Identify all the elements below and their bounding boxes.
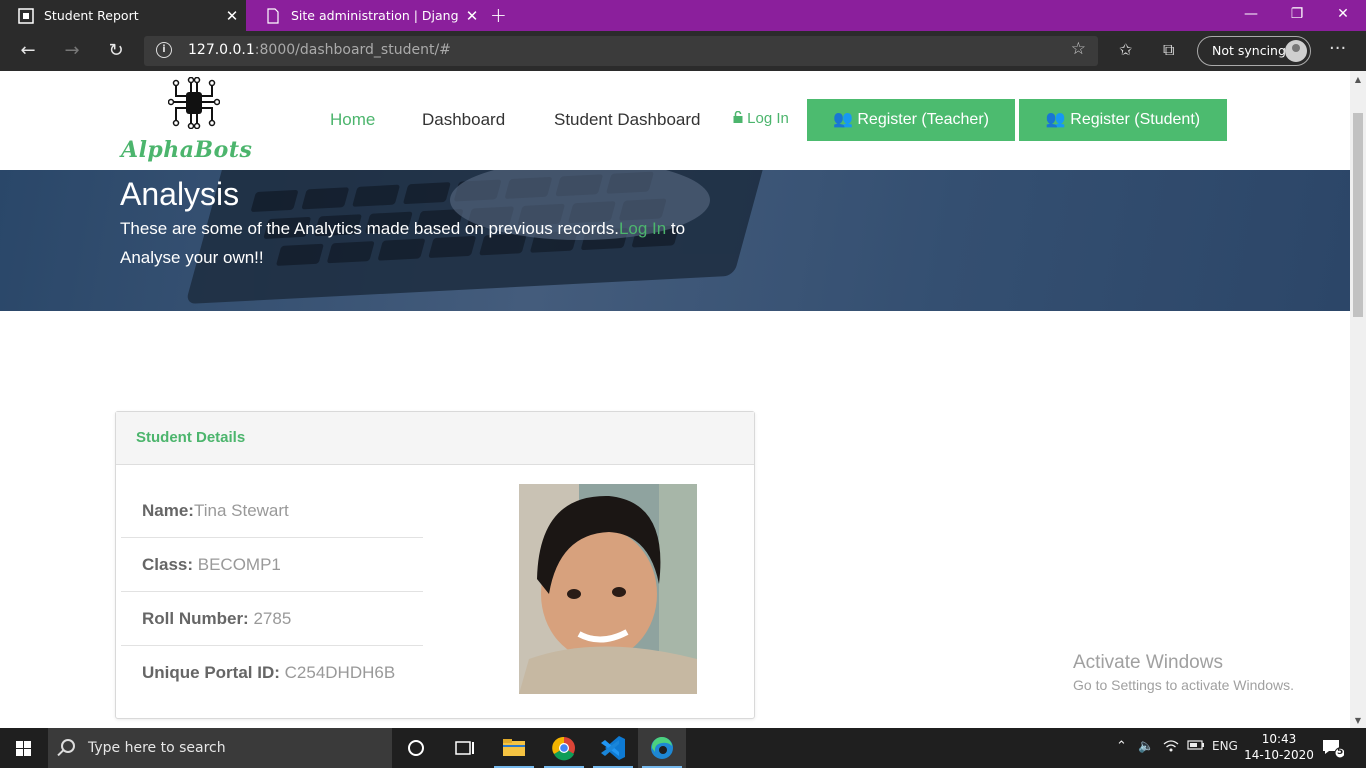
logo-text[interactable]: AlphaBots: [121, 137, 252, 163]
refresh-icon[interactable]: ↻: [104, 39, 128, 63]
chip-logo-icon[interactable]: [167, 76, 221, 130]
scroll-thumb[interactable]: [1353, 113, 1363, 317]
chrome-icon[interactable]: [540, 728, 588, 768]
nav-login[interactable]: Log In: [733, 110, 789, 127]
battery-icon[interactable]: [1187, 739, 1205, 755]
tab-django-admin[interactable]: Site administration | Django site ✕: [247, 0, 486, 31]
register-student-button[interactable]: 👥 Register (Student): [1019, 99, 1227, 141]
hero-login-link[interactable]: Log In: [619, 219, 666, 238]
close-tab-icon[interactable]: ✕: [218, 7, 246, 25]
hero-banner: Analysis These are some of the Analytics…: [0, 170, 1350, 311]
wifi-icon[interactable]: [1163, 739, 1179, 757]
page-content: AlphaBots Home Dashboard Student Dashboa…: [0, 71, 1350, 728]
detail-class: Class: BECOMP1: [121, 538, 423, 592]
page-favicon-icon: [18, 7, 34, 24]
nav-student-dashboard[interactable]: Student Dashboard: [554, 110, 701, 130]
more-menu-icon[interactable]: ···: [1329, 38, 1346, 59]
nav-home[interactable]: Home: [330, 110, 375, 130]
task-view-icon[interactable]: [440, 728, 488, 768]
vscode-icon[interactable]: [589, 728, 637, 768]
tab-title: Site administration | Django site: [291, 8, 458, 23]
detail-portal-id: Unique Portal ID: C254DHDH6B: [142, 663, 396, 682]
unlock-icon: [733, 110, 743, 123]
new-tab-button[interactable]: +: [490, 3, 507, 27]
favorite-star-icon[interactable]: ☆: [1071, 39, 1086, 59]
address-bar[interactable]: i 127.0.0.1:8000/dashboard_student/# ☆: [144, 36, 1098, 66]
site-info-icon[interactable]: i: [156, 42, 172, 58]
restore-button[interactable]: ❐: [1274, 0, 1320, 31]
browser-tab-bar: Student Report ✕ Site administration | D…: [0, 0, 1366, 31]
activate-windows-title: Activate Windows: [1073, 652, 1223, 673]
site-header: AlphaBots Home Dashboard Student Dashboa…: [0, 71, 1350, 170]
close-window-button[interactable]: ✕: [1320, 0, 1366, 31]
page-title: Analysis: [120, 176, 240, 212]
notification-count: 5: [1337, 747, 1344, 757]
avatar: [1285, 40, 1307, 62]
windows-start-icon[interactable]: [0, 728, 48, 768]
taskbar-search-input[interactable]: Type here to search: [48, 728, 392, 768]
detail-name: Name:Tina Stewart: [121, 484, 423, 538]
activate-windows-subtitle: Go to Settings to activate Windows.: [1073, 677, 1294, 693]
page-scrollbar[interactable]: ▲ ▼: [1350, 71, 1366, 728]
hero-description: These are some of the Analytics made bas…: [120, 219, 686, 267]
file-explorer-icon[interactable]: [490, 728, 538, 768]
taskbar-clock[interactable]: 10:43 14-10-2020: [1244, 731, 1314, 763]
edge-icon[interactable]: [638, 728, 686, 768]
detail-roll-number: Roll Number: 2785: [121, 592, 423, 646]
cortana-icon[interactable]: [392, 728, 440, 768]
show-hidden-icons-icon[interactable]: ⌃: [1116, 739, 1127, 754]
browser-toolbar: ← → ↻ i 127.0.0.1:8000/dashboard_student…: [0, 31, 1366, 71]
users-icon: 👥: [1045, 111, 1066, 128]
language-indicator[interactable]: ENG: [1212, 739, 1238, 753]
favorites-icon[interactable]: ✩: [1119, 40, 1132, 59]
minimize-button[interactable]: —: [1228, 0, 1274, 31]
url-text[interactable]: 127.0.0.1:8000/dashboard_student/#: [188, 42, 451, 58]
collections-icon[interactable]: ⧉: [1163, 40, 1174, 60]
profile-sync-button[interactable]: Not syncing: [1197, 36, 1311, 66]
volume-icon[interactable]: 🔈: [1138, 739, 1154, 754]
users-icon: 👥: [833, 111, 853, 128]
card-heading: Student Details: [116, 412, 754, 465]
notification-center-icon[interactable]: 5: [1322, 738, 1346, 759]
tab-title: Student Report: [44, 8, 139, 23]
student-details-card: Student Details Name:Tina Stewart Class:…: [115, 411, 755, 719]
close-tab-icon[interactable]: ✕: [458, 7, 486, 25]
back-arrow-icon[interactable]: ←: [16, 39, 40, 63]
forward-arrow-icon[interactable]: →: [60, 39, 84, 63]
scroll-up-icon[interactable]: ▲: [1350, 75, 1366, 84]
tab-student-report[interactable]: Student Report ✕: [0, 0, 246, 31]
windows-taskbar: Type here to search ⌃ 🔈 ENG 10:43 14-10-…: [0, 728, 1366, 768]
document-icon: [265, 7, 281, 24]
nav-dashboard[interactable]: Dashboard: [422, 110, 505, 130]
student-photo: [519, 484, 697, 694]
register-teacher-button[interactable]: 👥 Register (Teacher): [807, 99, 1015, 141]
search-icon: [61, 739, 75, 753]
scroll-down-icon[interactable]: ▼: [1350, 716, 1366, 725]
